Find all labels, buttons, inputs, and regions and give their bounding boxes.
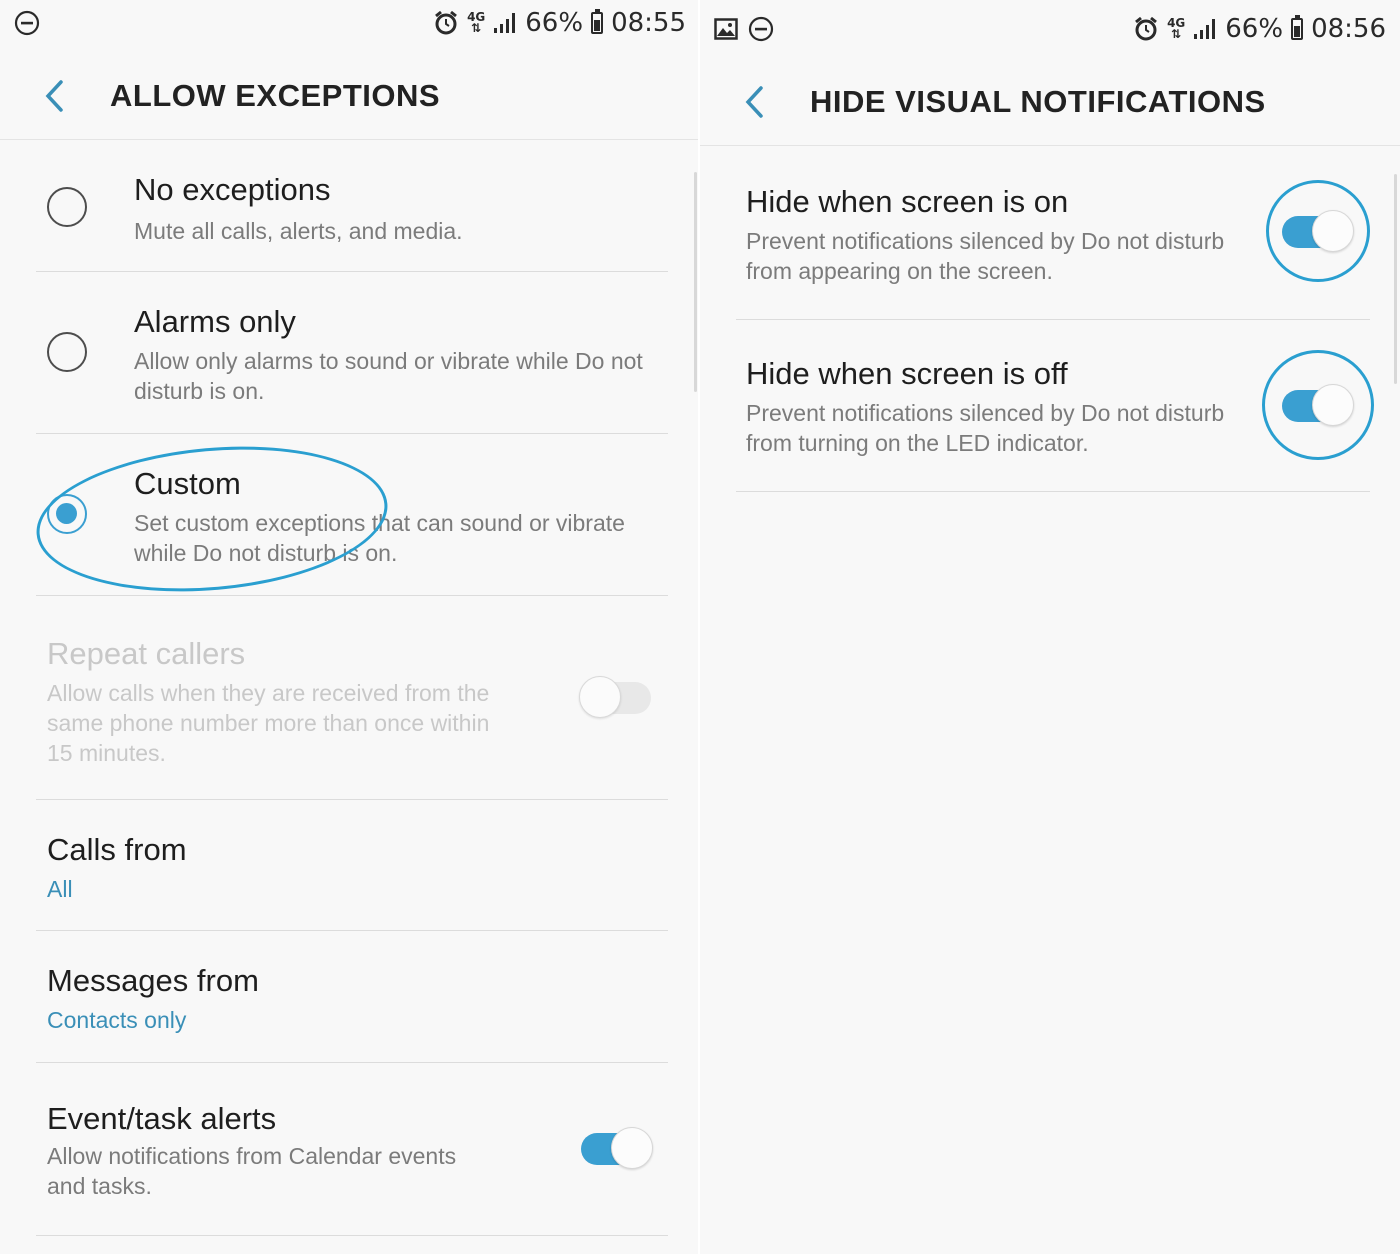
- alarm-icon: [1135, 16, 1157, 41]
- do-not-disturb-icon: [14, 10, 40, 36]
- setting-subtitle: Allow calls when they are received from …: [47, 680, 490, 766]
- option-subtitle: Allow only alarms to sound or vibrate wh…: [134, 348, 643, 404]
- screen-divider: [698, 0, 700, 1254]
- clock: 08:55: [611, 8, 686, 38]
- radio-custom[interactable]: [47, 494, 87, 534]
- page-title: ALLOW EXCEPTIONS: [110, 78, 441, 113]
- battery-icon: [1291, 15, 1304, 40]
- alarm-icon: [435, 10, 457, 35]
- radio-alarms-only[interactable]: [47, 332, 87, 372]
- status-right-group: 4G ⇅ 66% 08:56: [1133, 14, 1386, 44]
- toggle-knob: [579, 676, 621, 718]
- status-right-group: 4G ⇅ 66% 08:55: [433, 8, 686, 38]
- hide-when-screen-on-toggle[interactable]: [1280, 210, 1354, 252]
- setting-title: Messages from: [47, 963, 259, 998]
- status-left-icons: [714, 16, 774, 42]
- status-left-icons: [14, 10, 40, 36]
- chevron-left-icon: [45, 80, 63, 112]
- option-title: Alarms only: [134, 304, 296, 339]
- calls-from-row[interactable]: Calls from All: [36, 800, 668, 931]
- chevron-left-icon: [745, 86, 763, 118]
- hide-when-screen-on-row[interactable]: Hide when screen is on Prevent notificat…: [736, 148, 1370, 320]
- app-bar: HIDE VISUAL NOTIFICATIONS: [700, 58, 1400, 146]
- repeat-callers-row: Repeat callers Allow calls when they are…: [36, 596, 668, 800]
- app-bar: ALLOW EXCEPTIONS: [0, 52, 698, 140]
- do-not-disturb-icon: [748, 16, 774, 42]
- back-button[interactable]: [34, 74, 78, 118]
- setting-value: All: [47, 876, 73, 902]
- battery-icon: [591, 9, 604, 34]
- option-no-exceptions[interactable]: No exceptions Mute all calls, alerts, an…: [36, 142, 668, 272]
- event-task-alerts-toggle[interactable]: [579, 1127, 653, 1169]
- signal-icon: [494, 13, 516, 33]
- setting-subtitle: Allow notifications from Calendar events…: [47, 1143, 457, 1199]
- setting-value: Contacts only: [47, 1007, 187, 1033]
- hide-visual-notifications-screen: 4G ⇅ 66% 08:56 HIDE VISUAL NOTIFICATIONS …: [700, 0, 1400, 1254]
- hide-when-screen-off-toggle[interactable]: [1280, 384, 1354, 426]
- setting-title: Hide when screen is on: [746, 184, 1069, 219]
- toggle-knob: [611, 1127, 653, 1169]
- option-custom[interactable]: Custom Set custom exceptions that can so…: [36, 434, 668, 596]
- setting-title: Calls from: [47, 832, 187, 867]
- signal-icon: [1194, 19, 1216, 39]
- setting-title: Repeat callers: [47, 636, 246, 671]
- toggle-knob: [1312, 210, 1354, 252]
- scrollbar[interactable]: [694, 172, 697, 392]
- clock: 08:56: [1311, 14, 1386, 44]
- repeat-callers-toggle: [579, 676, 653, 718]
- setting-title: Hide when screen is off: [746, 356, 1068, 391]
- back-button[interactable]: [734, 80, 778, 124]
- setting-subtitle: Prevent notifications silenced by Do not…: [746, 400, 1225, 456]
- option-subtitle: Set custom exceptions that can sound or …: [134, 510, 625, 566]
- option-alarms-only[interactable]: Alarms only Allow only alarms to sound o…: [36, 272, 668, 434]
- messages-from-row[interactable]: Messages from Contacts only: [36, 931, 668, 1063]
- option-title: No exceptions: [134, 172, 331, 207]
- hide-when-screen-off-row[interactable]: Hide when screen is off Prevent notifica…: [736, 320, 1370, 492]
- status-bar: 4G ⇅ 66% 08:56: [700, 0, 1400, 52]
- toggle-knob: [1312, 384, 1354, 426]
- image-icon: [714, 18, 738, 40]
- 4g-icon: 4G ⇅: [467, 10, 486, 35]
- allow-exceptions-screen: 4G ⇅ 66% 08:55 ALLOW EXCEPTIONS No except…: [0, 0, 698, 1254]
- page-title: HIDE VISUAL NOTIFICATIONS: [810, 84, 1266, 119]
- status-bar: 4G ⇅ 66% 08:55: [0, 0, 698, 52]
- event-task-alerts-row[interactable]: Event/task alerts Allow notifications fr…: [36, 1063, 668, 1236]
- option-title: Custom: [134, 466, 241, 501]
- battery-percent: 66%: [525, 8, 584, 38]
- 4g-icon: 4G ⇅: [1167, 16, 1186, 41]
- setting-title: Event/task alerts: [47, 1101, 277, 1136]
- scrollbar[interactable]: [1394, 174, 1397, 384]
- battery-percent: 66%: [1225, 14, 1284, 44]
- radio-no-exceptions[interactable]: [47, 187, 87, 227]
- setting-subtitle: Prevent notifications silenced by Do not…: [746, 228, 1225, 284]
- option-subtitle: Mute all calls, alerts, and media.: [134, 218, 463, 244]
